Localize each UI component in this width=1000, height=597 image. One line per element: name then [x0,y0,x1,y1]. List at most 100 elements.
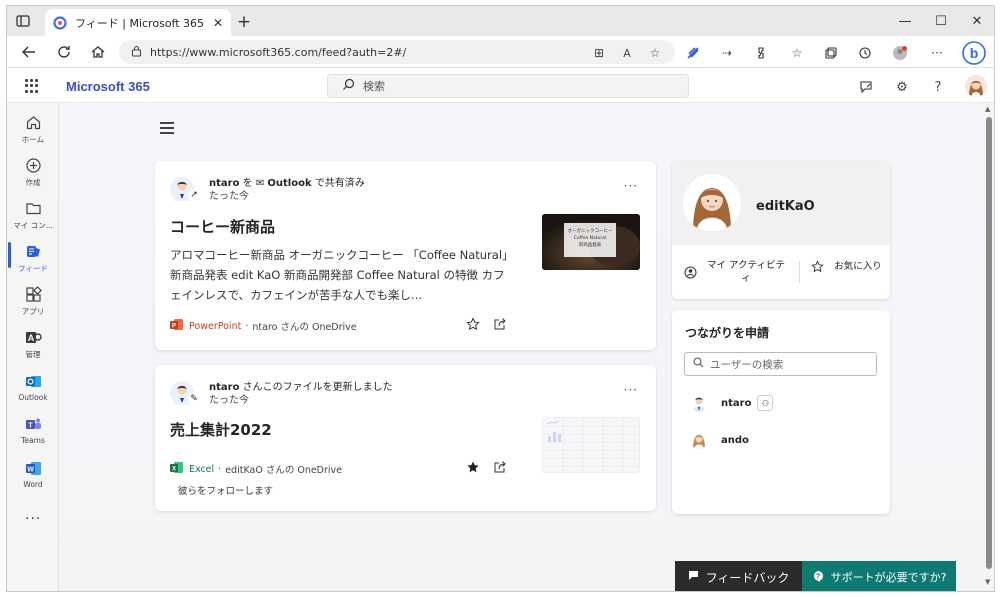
rail-item-my-content[interactable]: マイ コン... [7,195,59,237]
spreadsheet-thumbnail[interactable] [542,417,640,473]
extension-quill-icon[interactable] [685,45,701,61]
connection-item[interactable]: ando [690,431,749,449]
rail-label: アプリ [21,307,45,316]
extension-icon-2[interactable]: ⇢ [719,45,735,61]
rail-item-teams[interactable]: T Teams [7,411,59,453]
feed-card[interactable]: ✎ ntaro さんこのファイルを更新しました たった今 ··· 売上集計202… [155,365,656,511]
my-activity-label: マイ アクティビティ [707,260,785,284]
share-icon[interactable] [492,459,508,475]
apps-available-icon[interactable]: ⊞ [591,45,607,61]
rail-more-button[interactable]: ... [25,507,41,523]
follow-text[interactable]: 彼らをフォローします [178,483,273,497]
new-tab-button[interactable]: + [235,12,253,32]
scroll-thumb[interactable] [986,117,992,569]
rail-item-outlook[interactable]: Outlook [7,368,59,410]
my-activity-button[interactable]: マイ アクティビティ [683,259,795,285]
bing-copilot-icon[interactable]: b [962,41,986,65]
help-bubble-icon: ? [812,570,824,585]
person-avatar [690,394,708,412]
user-avatar: ↗ [170,177,200,201]
feed-card[interactable]: ↗ ntaro を ✉ Outlook で共有済み たった今 ··· コーヒー新… [155,161,656,350]
teams-icon: T [24,415,42,433]
help-icon[interactable]: ? [929,78,947,96]
maximize-button[interactable]: ☐ [923,6,959,36]
refresh-button[interactable] [53,42,75,62]
settings-gear-icon[interactable]: ⚙ [893,78,911,96]
profile-avatar-icon[interactable] [892,45,908,61]
collections-icon[interactable] [823,45,839,61]
rail-label: マイ コン... [13,221,53,230]
rail-item-apps[interactable]: アプリ [7,281,59,323]
word-icon: W [24,459,42,477]
app-launcher-icon[interactable] [25,79,39,93]
connections-title: つながりを申請 [685,326,770,340]
rail-item-home[interactable]: ホーム [7,109,59,151]
activity-user[interactable]: ntaro [209,382,239,393]
scroll-down-icon[interactable]: ▼ [985,578,990,586]
feedback-header-icon[interactable] [857,78,875,96]
card-title[interactable]: コーヒー新商品 [170,216,275,237]
activity-pre: を [239,178,256,189]
card-title[interactable]: 売上集計2022 [170,419,272,440]
close-tab-icon[interactable]: ✕ [213,16,223,30]
request-connection-icon[interactable]: ⚇ [757,395,774,411]
profile-avatar[interactable] [683,174,741,232]
powerpoint-icon: P [170,318,183,334]
rail-label: フィード [18,264,48,273]
card-more-options[interactable]: ··· [624,383,638,397]
mail-icon: ✉ [255,178,268,189]
brand-title[interactable]: Microsoft 365 [66,79,150,94]
share-badge-icon: ↗ [188,189,200,201]
search-box[interactable]: 検索 [327,74,689,98]
svg-text:?: ? [815,573,819,580]
activity-time: たった今 [209,395,249,406]
connection-item[interactable]: ntaro ⚇ [690,394,774,412]
search-icon [693,357,704,371]
card-more-options[interactable]: ··· [624,179,638,193]
m365-favicon-icon [53,15,67,30]
rail-item-feed[interactable]: フィード [7,238,59,280]
excel-icon: X [170,461,183,477]
file-location[interactable]: editKaO さんの OneDrive [225,462,342,476]
page-scrollbar[interactable]: ▲ ▼ [983,103,994,591]
lock-icon[interactable] [131,45,142,60]
rail-item-admin[interactable]: A 管理 [7,324,59,366]
header-avatar[interactable] [965,75,987,97]
star-icon [810,259,824,273]
share-icon[interactable] [492,316,508,332]
user-search-input[interactable]: ユーザーの検索 [684,352,877,376]
thumbnail-slide-text: オーガニックコーヒー Coffee Natural 新商品発表 [564,223,616,257]
hamburger-menu-icon[interactable] [160,122,174,134]
activity-post: さんこのファイルを更新しました [239,382,393,393]
svg-text:W: W [27,466,34,473]
favorite-star-filled-icon[interactable] [465,459,481,475]
history-icon[interactable] [857,45,873,61]
rail-item-create[interactable]: 作成 [7,152,59,194]
favorite-star-icon[interactable] [465,316,481,332]
more-options-icon[interactable]: ··· [929,45,945,61]
activity-user[interactable]: ntaro [209,178,239,189]
add-favorite-icon[interactable]: ☆ [647,45,663,61]
close-window-button[interactable]: ✕ [959,6,994,36]
feedback-icon [688,570,699,584]
workspaces-icon[interactable] [15,13,31,29]
admin-icon: A [24,328,42,346]
scroll-up-icon[interactable]: ▲ [985,105,990,113]
extensions-icon[interactable] [753,45,769,61]
favorites-icon[interactable]: ☆ [789,45,805,61]
back-button[interactable] [18,42,40,62]
help-button[interactable]: ? サポートが必要ですか? [802,561,956,591]
home-button[interactable] [87,42,109,62]
read-aloud-icon[interactable]: A [619,45,635,61]
file-location[interactable]: ntaro さんの OneDrive [252,319,356,333]
minimize-button[interactable]: — [887,6,923,36]
rail-item-word[interactable]: W Word [7,455,59,497]
rail-label: Outlook [18,393,48,402]
user-avatar: ✎ [170,381,200,405]
main-area: ↗ ntaro を ✉ Outlook で共有済み たった今 ··· コーヒー新… [60,103,994,591]
feedback-button[interactable]: フィードバック [675,561,802,591]
presentation-thumbnail[interactable]: オーガニックコーヒー Coffee Natural 新商品発表 [542,214,640,270]
browser-tab[interactable]: フィード | Microsoft 365 ✕ [45,9,231,36]
favorites-button[interactable]: お気に入り [810,259,886,273]
svg-text:b: b [970,45,979,61]
